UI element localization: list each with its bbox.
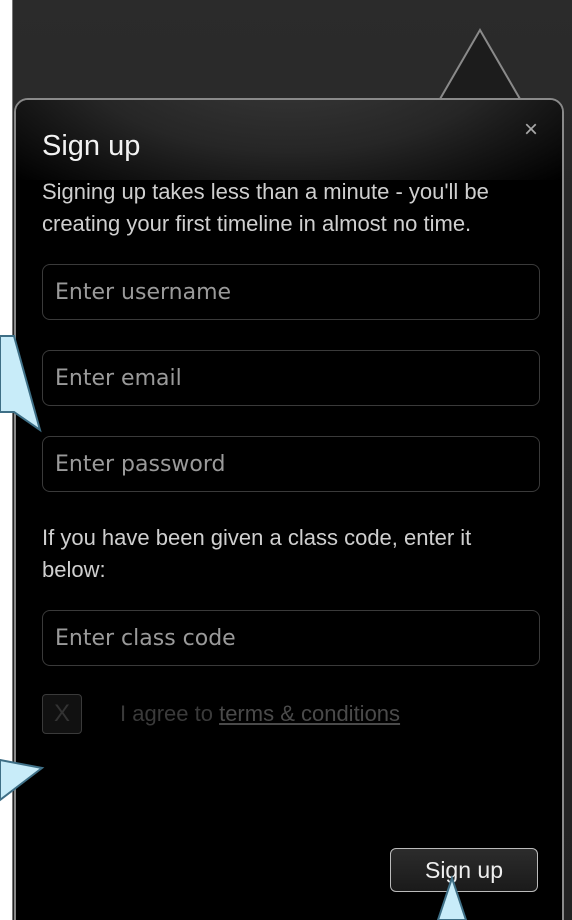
callout-overlay xyxy=(0,335,468,920)
callout-email xyxy=(0,335,42,433)
stage: × Sign up Signing up takes less than a m… xyxy=(0,0,572,920)
callout-checkbox xyxy=(0,758,45,802)
callout-signup-button xyxy=(436,874,468,920)
